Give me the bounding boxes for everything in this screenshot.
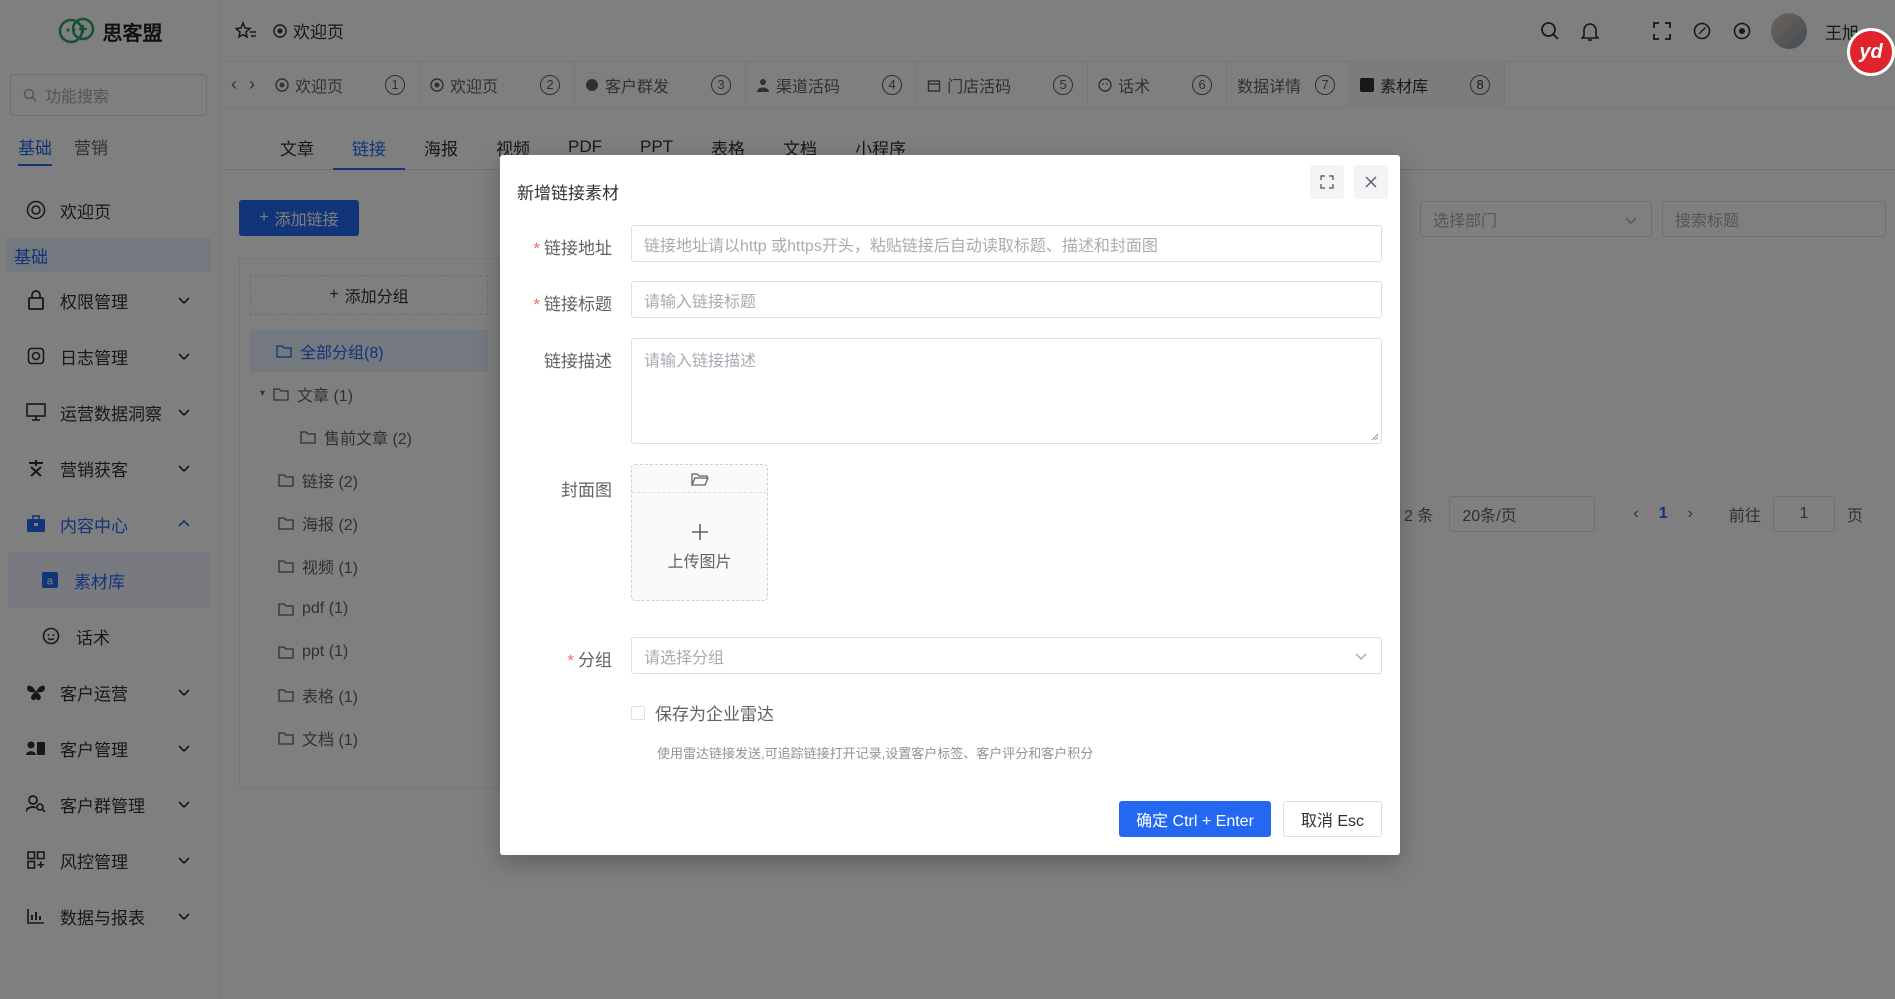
group-select[interactable]: 请选择分组 — [631, 637, 1382, 674]
confirm-button[interactable]: 确定 Ctrl + Enter — [1119, 801, 1271, 837]
group-placeholder: 请选择分组 — [644, 649, 725, 667]
upload-area[interactable]: 上传图片 — [632, 493, 767, 601]
cover-upload[interactable]: 上传图片 — [631, 464, 768, 601]
desc-placeholder: 请输入链接描述 — [644, 353, 757, 370]
title-input[interactable]: 请输入链接标题 — [631, 281, 1382, 318]
radar-hint: 使用雷达链接发送,可追踪链接打开记录,设置客户标签、客户评分和客户积分 — [657, 746, 1094, 761]
radar-label: 保存为企业雷达 — [655, 705, 774, 724]
chevron-down-icon — [1355, 653, 1367, 660]
group-label-text: 分组 — [578, 651, 612, 670]
folder-open-button[interactable] — [632, 465, 767, 493]
close-button[interactable] — [1354, 165, 1388, 199]
radar-checkbox[interactable]: 保存为企业雷达 — [631, 700, 774, 725]
yd-floating-badge[interactable]: yd — [1847, 28, 1895, 76]
desc-textarea[interactable]: 请输入链接描述 — [631, 338, 1382, 444]
maximize-button[interactable] — [1310, 165, 1344, 199]
url-label-text: 链接地址 — [544, 239, 612, 258]
folder-open-icon — [690, 472, 709, 486]
title-label: * 链接标题 — [533, 295, 612, 314]
url-input[interactable]: 链接地址请以http 或https开头，粘贴链接后自动读取标题、描述和封面图 — [631, 225, 1382, 262]
cancel-button[interactable]: 取消 Esc — [1283, 801, 1382, 837]
cover-label: 封面图 — [561, 481, 612, 500]
checkbox[interactable] — [631, 705, 645, 720]
upload-text: 上传图片 — [667, 554, 732, 571]
close-icon — [1365, 176, 1377, 188]
title-placeholder: 请输入链接标题 — [644, 293, 757, 311]
desc-label: 链接描述 — [544, 352, 612, 371]
fullscreen-icon — [1320, 175, 1334, 189]
url-placeholder: 链接地址请以http 或https开头，粘贴链接后自动读取标题、描述和封面图 — [644, 237, 1158, 255]
url-label: * 链接地址 — [533, 239, 612, 258]
dialog-title: 新增链接素材 — [517, 184, 619, 203]
resize-grip-icon[interactable] — [1369, 431, 1379, 441]
plus-icon — [691, 524, 708, 540]
group-label: * 分组 — [567, 651, 612, 670]
add-link-dialog: 新增链接素材 * 链接地址 链接地址请以http 或https开头，粘贴链接后自动… — [500, 155, 1400, 855]
title-label-text: 链接标题 — [544, 295, 612, 314]
